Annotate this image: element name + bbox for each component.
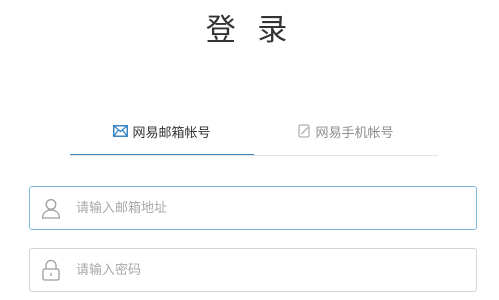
tab-phone-account[interactable]: 网易手机帐号: [254, 108, 438, 154]
phone-icon: [298, 124, 311, 138]
password-field[interactable]: [29, 248, 477, 292]
tab-email-label: 网易邮箱帐号: [132, 125, 211, 141]
mail-icon: [113, 125, 129, 137]
tab-phone-label: 网易手机帐号: [315, 125, 394, 141]
lock-icon: [30, 259, 72, 281]
tab-email-account[interactable]: 网易邮箱帐号: [70, 108, 254, 156]
tabs-divider: [70, 155, 438, 156]
email-field[interactable]: [29, 186, 477, 230]
password-input[interactable]: [72, 250, 476, 290]
page-title: 登 录: [205, 13, 294, 48]
login-tabs: 网易邮箱帐号 网易手机帐号: [70, 108, 438, 156]
user-icon: [30, 197, 72, 219]
email-input[interactable]: [72, 188, 476, 228]
